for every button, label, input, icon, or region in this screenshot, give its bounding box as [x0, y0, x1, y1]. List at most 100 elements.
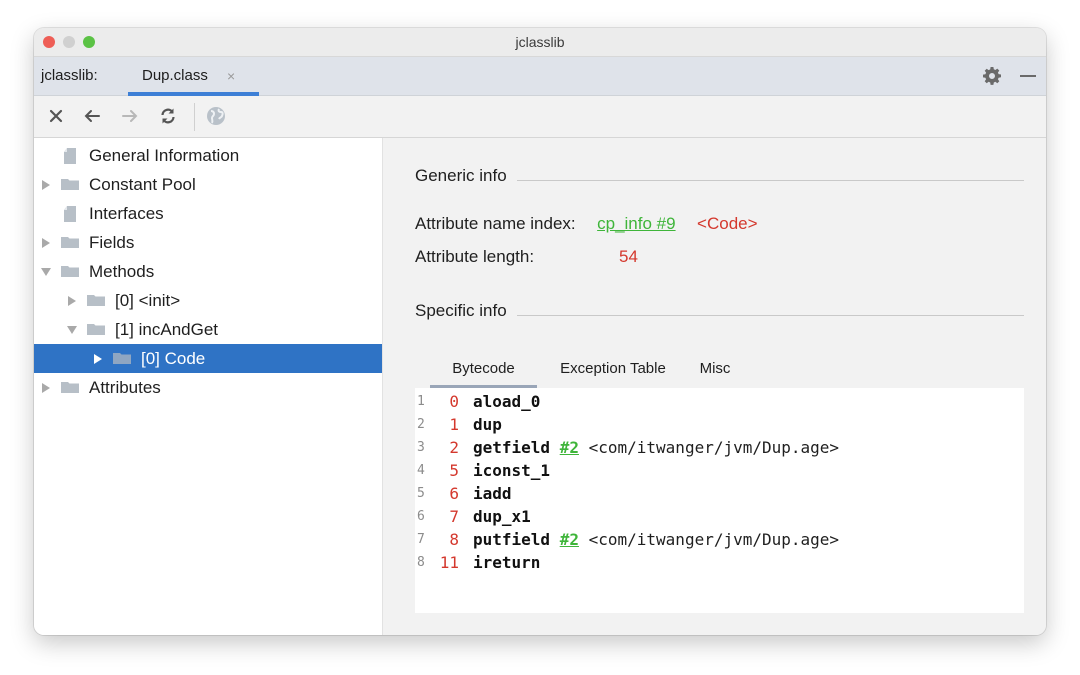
attribute-name-index-label: Attribute name index: [415, 214, 576, 233]
tree-item[interactable]: Interfaces [34, 199, 382, 228]
field-reference: <com/itwanger/jvm/Dup.age> [588, 530, 840, 549]
attribute-length-label: Attribute length: [415, 247, 535, 266]
tab-exception-table-label: Exception Table [560, 360, 666, 377]
open-browser-button[interactable] [206, 106, 226, 126]
line-number: 5 [417, 486, 425, 501]
subtab-bar: Bytecode Exception Table Misc [415, 356, 1024, 389]
opcode: iadd [473, 484, 512, 503]
tree-item[interactable]: [0] Code [34, 344, 382, 373]
tab-bar: jclasslib: Dup.class × [34, 57, 1046, 96]
opcode: aload_0 [473, 392, 541, 411]
line-number: 3 [417, 440, 425, 455]
tab-close-icon[interactable]: × [227, 57, 235, 95]
chevron-right-icon[interactable] [66, 294, 76, 306]
folder-icon [60, 263, 80, 284]
toolbar [34, 96, 1046, 138]
bytecode-line: 1 0 aload_0 [415, 390, 1024, 413]
folder-icon [112, 350, 132, 371]
line-number: 1 [417, 394, 425, 409]
cp-info-link[interactable]: cp_info #9 [597, 214, 675, 233]
bytecode-offset: 11 [439, 553, 459, 572]
chevron-right-icon[interactable] [40, 178, 50, 190]
instruction: iadd [473, 482, 512, 505]
folder-icon [60, 234, 80, 255]
bytecode-line: 8 11 ireturn [415, 551, 1024, 574]
tab-bytecode[interactable]: Bytecode [430, 356, 537, 389]
attribute-name-index-row: Attribute name index: cp_info #9 <Code> [415, 211, 758, 237]
bytecode-offset: 6 [449, 484, 459, 503]
tab-bytecode-label: Bytecode [452, 360, 515, 377]
folder-icon [86, 321, 106, 342]
attribute-length-row: Attribute length: 54 [415, 244, 638, 270]
attribute-name-value: <Code> [697, 214, 758, 233]
instruction: putfield #2 <com/itwanger/jvm/Dup.age> [473, 528, 839, 551]
instruction: ireturn [473, 551, 540, 574]
attribute-length-value: 54 [619, 247, 638, 266]
folder-icon [60, 379, 80, 400]
tab-misc[interactable]: Misc [691, 356, 739, 388]
opcode: dup [473, 415, 502, 434]
tree-item-label: Methods [89, 262, 155, 281]
file-icon [63, 147, 77, 170]
bytecode-view[interactable]: 1 0 aload_0 2 1 dup 3 2 getfield #2 <com/itwange… [415, 388, 1024, 613]
chevron-right-icon[interactable] [40, 236, 50, 248]
bytecode-line: 4 5 iconst_1 [415, 459, 1024, 482]
tree-item[interactable]: Methods [34, 257, 382, 286]
instruction: aload_0 [473, 390, 540, 413]
app-window: jclasslib jclasslib: Dup.class × General… [34, 28, 1046, 635]
generic-info-title: Generic info [415, 164, 517, 188]
constant-pool-ref-link[interactable]: #2 [560, 530, 579, 549]
reload-button[interactable] [158, 106, 178, 126]
tree-item[interactable]: [1] incAndGet [34, 315, 382, 344]
bytecode-offset: 0 [449, 392, 459, 411]
minimize-panel-icon[interactable] [1020, 75, 1036, 77]
tab-exception-table[interactable]: Exception Table [543, 356, 683, 388]
chevron-down-icon[interactable] [40, 265, 51, 277]
file-icon [63, 205, 77, 228]
line-number: 7 [417, 532, 425, 547]
instruction: dup_x1 [473, 505, 531, 528]
tree-item-label: Attributes [89, 378, 161, 397]
generic-info-section: Generic info [415, 164, 1024, 188]
bytecode-line: 5 6 iadd [415, 482, 1024, 505]
chevron-right-icon[interactable] [92, 352, 102, 364]
detail-pane: Generic info Attribute name index: cp_in… [383, 138, 1046, 635]
constant-pool-ref-link[interactable]: #2 [560, 438, 579, 457]
tree-item[interactable]: [0] <init> [34, 286, 382, 315]
close-icon [49, 109, 63, 123]
class-tree: General Information Constant Pool Interfac… [34, 138, 383, 635]
close-file-button[interactable] [46, 106, 66, 126]
arrow-left-icon [84, 110, 100, 122]
tree-item-label: Fields [89, 233, 135, 252]
opcode: dup_x1 [473, 507, 531, 526]
tree-item-label: Interfaces [89, 204, 164, 223]
gear-icon[interactable] [982, 66, 1002, 86]
folder-icon [60, 176, 80, 197]
specific-info-title: Specific info [415, 299, 517, 323]
chevron-right-icon[interactable] [40, 381, 50, 393]
chevron-down-icon[interactable] [66, 323, 77, 335]
field-reference: <com/itwanger/jvm/Dup.age> [588, 438, 840, 457]
tree-item[interactable]: Attributes [34, 373, 382, 402]
bytecode-line: 3 2 getfield #2 <com/itwanger/jvm/Dup.age> [415, 436, 1024, 459]
globe-icon [207, 107, 225, 125]
bytecode-offset: 7 [449, 507, 459, 526]
tab-dup-class[interactable]: Dup.class × [128, 57, 259, 96]
title-bar: jclasslib [34, 28, 1046, 57]
window-title: jclasslib [515, 34, 565, 50]
bytecode-offset: 1 [449, 415, 459, 434]
instruction: dup [473, 413, 502, 436]
bytecode-offset: 5 [449, 461, 459, 480]
tree-item[interactable]: Constant Pool [34, 170, 382, 199]
forward-button[interactable] [120, 106, 140, 126]
tree-item-label: [0] Code [141, 349, 206, 368]
tree-item-label: Constant Pool [89, 175, 196, 194]
tree-item[interactable]: General Information [34, 141, 382, 170]
opcode: putfield [473, 530, 551, 549]
back-button[interactable] [82, 106, 102, 126]
line-number: 6 [417, 509, 425, 524]
toolbar-separator [194, 103, 195, 131]
bytecode-line: 7 8 putfield #2 <com/itwanger/jvm/Dup.age> [415, 528, 1024, 551]
tree-item[interactable]: Fields [34, 228, 382, 257]
tool-window-label: jclasslib: [41, 67, 98, 84]
